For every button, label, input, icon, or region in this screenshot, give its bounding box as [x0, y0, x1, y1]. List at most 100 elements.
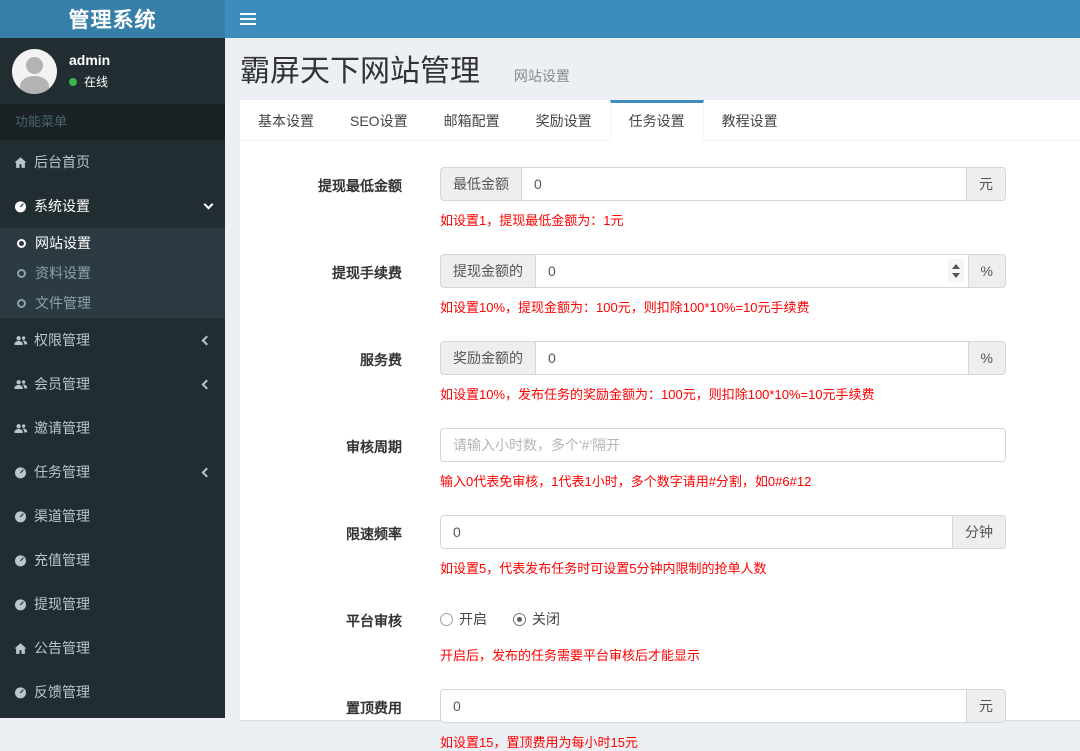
sidebar-item-6[interactable]: 渠道管理: [0, 494, 225, 538]
sidebar-item-label: 邀请管理: [34, 418, 90, 438]
input-group: 分钟: [440, 515, 1006, 549]
sidebar-item-label: 渠道管理: [34, 506, 90, 526]
input-group: 提现金额的%: [440, 254, 1006, 288]
sidebar-item-0[interactable]: 后台首页: [0, 140, 225, 184]
sidebar-toggle-button[interactable]: [225, 0, 271, 38]
tab-0[interactable]: 基本设置: [240, 100, 332, 140]
avatar: [12, 49, 57, 94]
field-label: 审核周期: [240, 428, 402, 490]
sidebar-item-label: 充值管理: [34, 550, 90, 570]
input-wrap: [440, 428, 1006, 462]
number-spinner[interactable]: [948, 259, 964, 283]
form-row-5: 平台审核开启关闭开启后，发布的任务需要平台审核后才能显示: [240, 602, 1080, 664]
field-input-0[interactable]: [521, 167, 967, 201]
field: 元如设置15，置顶费用为每小时15元: [440, 689, 1006, 751]
radio-label: 关闭: [532, 609, 560, 629]
field: 输入0代表免审核，1代表1小时，多个数字请用#分割，如0#6#12: [440, 428, 1006, 490]
field: 分钟如设置5，代表发布任务时可设置5分钟内限制的抢单人数: [440, 515, 1006, 577]
gauge-icon: [13, 553, 28, 568]
submenu-item-1-0[interactable]: 网站设置: [0, 228, 225, 258]
sidebar-item-1[interactable]: 系统设置: [0, 184, 225, 228]
circle-icon: [17, 269, 26, 278]
settings-panel: 基本设置SEO设置邮箱配置奖励设置任务设置教程设置 提现最低金额 最低金额元如设置…: [240, 100, 1080, 720]
input-group: [440, 428, 1006, 462]
sidebar-item-label: 会员管理: [34, 374, 90, 394]
field-label: 提现最低金额: [240, 167, 402, 229]
tab-bar: 基本设置SEO设置邮箱配置奖励设置任务设置教程设置: [240, 100, 1080, 141]
sidebar-item-9[interactable]: 公告管理: [0, 626, 225, 670]
input-suffix-addon: 元: [967, 167, 1006, 201]
form-row-6: 置顶费用元如设置15，置顶费用为每小时15元: [240, 689, 1080, 751]
form-row-1: 提现手续费提现金额的%如设置10%，提现金额为：100元，则扣除100*10%=…: [240, 254, 1080, 316]
form-row-3: 审核周期输入0代表免审核，1代表1小时，多个数字请用#分割，如0#6#12: [240, 428, 1080, 490]
spin-down-icon[interactable]: [952, 273, 960, 278]
sidebar-item-label: 系统设置: [34, 196, 90, 216]
sidebar-item-8[interactable]: 提现管理: [0, 582, 225, 626]
page-title: 霸屏天下网站管理: [240, 55, 480, 88]
field-input-2[interactable]: [535, 341, 969, 375]
tab-2[interactable]: 邮箱配置: [426, 100, 518, 140]
input-suffix-addon: %: [969, 254, 1006, 288]
input-suffix-addon: %: [969, 341, 1006, 375]
sidebar-item-2[interactable]: 权限管理: [0, 318, 225, 362]
field-label: 置顶费用: [240, 689, 402, 751]
field-input-4[interactable]: [440, 515, 953, 549]
tab-5[interactable]: 教程设置: [704, 100, 796, 140]
tab-4[interactable]: 任务设置: [610, 100, 704, 141]
avatar-shoulders: [20, 76, 49, 94]
radio-option-0[interactable]: 开启: [440, 609, 487, 629]
page-header: 霸屏天下网站管理 网站设置: [225, 38, 1080, 100]
radio-option-1[interactable]: 关闭: [513, 609, 560, 629]
field-label: 平台审核: [240, 602, 402, 664]
input-wrap: [535, 254, 969, 288]
page-subtitle: 网站设置: [514, 68, 570, 84]
radio-group: 开启 关闭: [440, 602, 1006, 636]
spin-up-icon[interactable]: [952, 264, 960, 269]
gauge-icon: [13, 465, 28, 480]
circle-icon: [17, 239, 26, 248]
input-wrap: [521, 167, 967, 201]
input-group: 最低金额元: [440, 167, 1006, 201]
sidebar-section-header: 功能菜单: [0, 104, 225, 140]
tab-3[interactable]: 奖励设置: [518, 100, 610, 140]
sidebar-item-label: 反馈管理: [34, 682, 90, 702]
online-status-dot: [69, 78, 77, 86]
sidebar-item-7[interactable]: 充值管理: [0, 538, 225, 582]
field: 奖励金额的%如设置10%，发布任务的奖励金额为：100元，则扣除100*10%=…: [440, 341, 1006, 403]
field-input-1[interactable]: [535, 254, 969, 288]
sidebar-menu: 后台首页系统设置网站设置资料设置文件管理权限管理会员管理邀请管理任务管理渠道管理…: [0, 140, 225, 714]
input-prefix-addon: 奖励金额的: [440, 341, 535, 375]
hamburger-icon: [240, 13, 256, 15]
navbar: [225, 0, 1080, 38]
sidebar-item-label: 公告管理: [34, 638, 90, 658]
field-label: 限速频率: [240, 515, 402, 577]
sidebar-item-label: 后台首页: [34, 152, 90, 172]
sidebar-item-3[interactable]: 会员管理: [0, 362, 225, 406]
submenu-item-label: 资料设置: [35, 263, 91, 283]
sidebar-item-4[interactable]: 邀请管理: [0, 406, 225, 450]
radio-label: 开启: [459, 609, 487, 629]
submenu-item-1-1[interactable]: 资料设置: [0, 258, 225, 288]
field-hint: 输入0代表免审核，1代表1小时，多个数字请用#分割，如0#6#12: [440, 471, 1006, 490]
submenu-item-label: 文件管理: [35, 293, 91, 313]
input-wrap: [535, 341, 969, 375]
settings-form: 提现最低金额最低金额元如设置1，提现最低金额为：1元提现手续费提现金额的%如设置…: [240, 141, 1080, 751]
form-row-2: 服务费奖励金额的%如设置10%，发布任务的奖励金额为：100元，则扣除100*1…: [240, 341, 1080, 403]
input-prefix-addon: 提现金额的: [440, 254, 535, 288]
input-wrap: [440, 515, 953, 549]
submenu-item-1-2[interactable]: 文件管理: [0, 288, 225, 318]
tab-1[interactable]: SEO设置: [332, 100, 426, 140]
field-hint: 如设置1，提现最低金额为：1元: [440, 210, 1006, 229]
radio-checked-icon[interactable]: [513, 613, 526, 626]
field-input-3[interactable]: [440, 428, 1006, 462]
home-icon: [13, 641, 28, 656]
avatar-head: [26, 57, 43, 74]
gauge-icon: [13, 597, 28, 612]
sidebar-item-5[interactable]: 任务管理: [0, 450, 225, 494]
users-icon: [13, 333, 28, 348]
radio-unchecked-icon[interactable]: [440, 613, 453, 626]
sidebar: admin 在线 功能菜单 后台首页系统设置网站设置资料设置文件管理权限管理会员…: [0, 38, 225, 718]
field-label: 提现手续费: [240, 254, 402, 316]
sidebar-item-10[interactable]: 反馈管理: [0, 670, 225, 714]
submenu-item-label: 网站设置: [35, 233, 91, 253]
